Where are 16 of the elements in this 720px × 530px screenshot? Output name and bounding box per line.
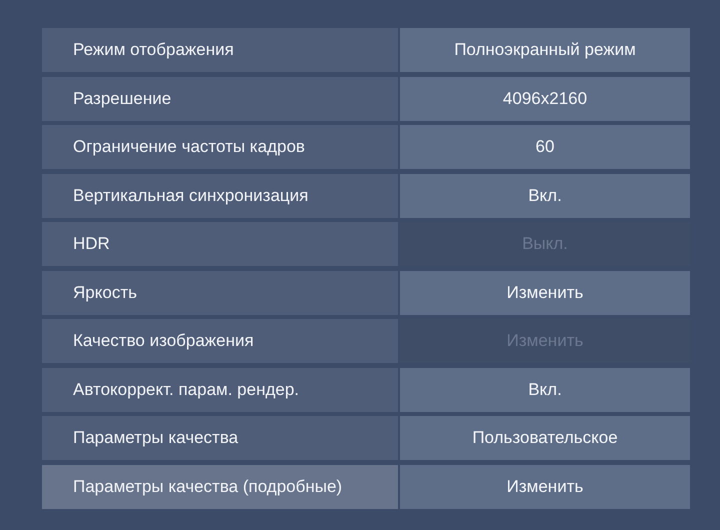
setting-value-button[interactable]: Полноэкранный режим	[400, 28, 690, 72]
setting-label[interactable]: Яркость	[42, 270, 398, 314]
setting-value-button[interactable]: Изменить	[400, 464, 690, 508]
setting-value-button[interactable]: Вкл.	[400, 174, 690, 218]
setting-label[interactable]: Режим отображения	[42, 28, 398, 72]
setting-label[interactable]: Вертикальная синхронизация	[42, 174, 398, 218]
setting-label[interactable]: Автокоррект. парам. рендер.	[42, 368, 398, 412]
setting-value-button[interactable]: Пользовательское	[400, 416, 690, 460]
setting-label[interactable]: Ограничение частоты кадров	[42, 125, 398, 169]
setting-label[interactable]: Параметры качества (подробные)	[42, 464, 398, 508]
setting-label[interactable]: Параметры качества	[42, 416, 398, 460]
setting-value-button[interactable]: 4096x2160	[400, 76, 690, 120]
setting-value-button[interactable]: Вкл.	[400, 368, 690, 412]
setting-value-button[interactable]: Изменить	[400, 270, 690, 314]
setting-label[interactable]: Разрешение	[42, 76, 398, 120]
setting-value-button[interactable]: 60	[400, 125, 690, 169]
